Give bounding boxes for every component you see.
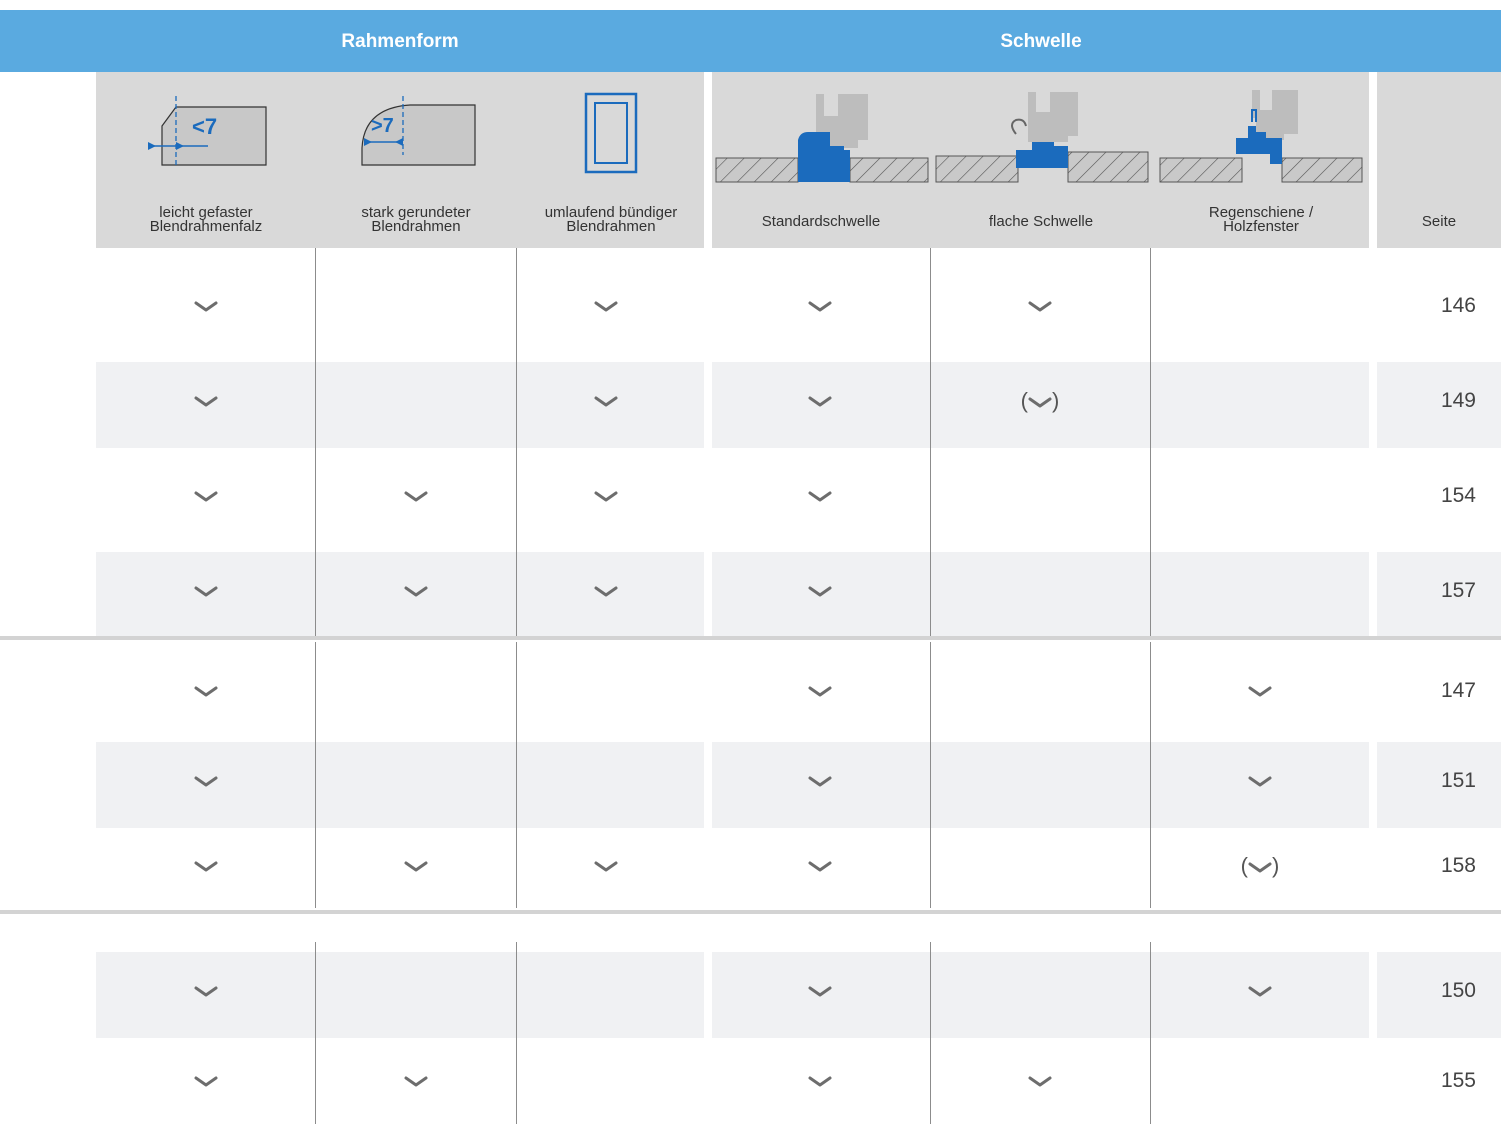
row-background	[96, 742, 704, 828]
page-number: 155	[1440, 1069, 1476, 1092]
rain-rail-threshold-icon	[1159, 90, 1363, 183]
column-divider	[516, 248, 517, 636]
page-number: 151	[1440, 769, 1476, 792]
chamfered-frame-icon: <7	[148, 96, 267, 166]
rounded-label: >7	[371, 115, 394, 137]
checkmark-icon	[808, 859, 832, 873]
column-label-rain-rail: Regenschiene / Holzfenster	[1208, 204, 1314, 235]
group-separator	[0, 636, 1501, 640]
checkmark-icon	[194, 984, 218, 998]
column-divider	[930, 942, 931, 1124]
page-number: 146	[1440, 294, 1476, 317]
row-background	[96, 952, 704, 1038]
flush-frame-icon	[584, 92, 638, 174]
column-label-chamfered: leicht gefaster Blendrahmenfalz	[149, 204, 263, 235]
page-number: 150	[1440, 979, 1476, 1002]
column-divider	[315, 942, 316, 1124]
standard-threshold-icon	[715, 94, 929, 183]
column-divider	[930, 642, 931, 908]
flat-threshold-icon	[935, 92, 1149, 183]
checkmark-icon	[194, 684, 218, 698]
checkmark-icon	[194, 859, 218, 873]
checkmark-icon	[404, 489, 428, 503]
checkmark-icon	[194, 299, 218, 313]
page-number: 149	[1440, 389, 1476, 412]
column-divider	[315, 642, 316, 908]
column-divider	[1150, 642, 1151, 908]
column-label-flush: umlaufend bündiger Blendrahmen	[544, 204, 678, 235]
checkmark-icon	[808, 394, 832, 408]
checkmark-icon	[1248, 984, 1272, 998]
checkmark-icon	[594, 859, 618, 873]
checkmark-icon	[594, 584, 618, 598]
checkmark-icon	[194, 584, 218, 598]
column-divider	[930, 248, 931, 636]
checkmark-icon	[1248, 774, 1272, 788]
checkmark-icon	[808, 299, 832, 313]
rounded-frame-icon: >7	[361, 96, 476, 166]
column-divider	[315, 248, 316, 636]
checkmark-icon	[808, 1074, 832, 1088]
checkmark-icon	[194, 1074, 218, 1088]
optional-checkmark: ()	[1020, 388, 1060, 413]
group-title-rahmenform: Rahmenform	[341, 31, 459, 52]
checkmark-icon	[1248, 684, 1272, 698]
checkmark-icon	[808, 984, 832, 998]
checkmark-icon	[594, 299, 618, 313]
column-divider	[516, 642, 517, 908]
column-divider	[1150, 248, 1151, 636]
checkmark-icon	[404, 859, 428, 873]
checkmark-icon	[194, 489, 218, 503]
group-separator	[0, 910, 1501, 914]
page-number: 147	[1440, 679, 1476, 702]
column-label-standard: Standardschwelle	[761, 213, 881, 230]
checkmark-icon	[808, 774, 832, 788]
checkmark-icon	[808, 684, 832, 698]
column-divider	[1150, 942, 1151, 1124]
checkmark-icon	[404, 584, 428, 598]
optional-checkmark: ()	[1240, 853, 1280, 878]
page-number: 154	[1440, 484, 1476, 507]
column-label-page: Seite	[1421, 213, 1457, 230]
chamfer-label: <7	[192, 114, 217, 139]
checkmark-icon	[808, 584, 832, 598]
column-divider	[516, 942, 517, 1124]
checkmark-icon	[594, 489, 618, 503]
checkmark-icon	[1028, 299, 1052, 313]
page-number: 158	[1440, 854, 1476, 877]
page-number: 157	[1440, 579, 1476, 602]
column-label-flat: flache Schwelle	[988, 213, 1094, 230]
group-title-schwelle: Schwelle	[1000, 31, 1082, 52]
checkmark-icon	[1028, 1074, 1052, 1088]
column-label-rounded: stark gerundeter Blendrahmen	[361, 204, 471, 235]
checkmark-icon	[194, 394, 218, 408]
checkmark-icon	[594, 394, 618, 408]
checkmark-icon	[404, 1074, 428, 1088]
checkmark-icon	[194, 774, 218, 788]
checkmark-icon	[808, 489, 832, 503]
